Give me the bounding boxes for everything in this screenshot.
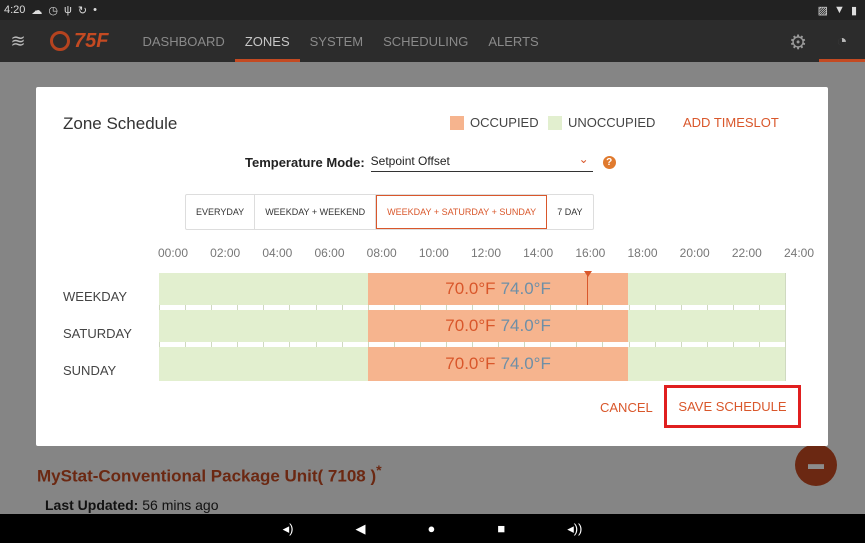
status-bar: 4:20 ☁ ◷ ψ ↻ • ▨ ▼ ▮: [0, 0, 865, 20]
day-label-weekday: WEEKDAY: [63, 289, 128, 304]
hour-label: 00:00: [157, 246, 189, 260]
tab-alerts[interactable]: ALERTS: [478, 20, 548, 62]
occupied-block[interactable]: 70.0°F 74.0°F: [367, 273, 629, 305]
current-time-line: [587, 273, 588, 305]
sync-icon: ↻: [77, 4, 88, 17]
heating-setpoint: 70.0°F: [445, 354, 496, 373]
schedule-row-saturday[interactable]: 70.0°F 74.0°F: [159, 310, 785, 342]
grid-line: [785, 273, 786, 381]
current-time-marker: [584, 271, 592, 277]
legend-unoccupied: UNOCCUPIED: [548, 115, 655, 130]
logo-text: 75F: [74, 29, 109, 52]
hour-label: 10:00: [418, 246, 449, 260]
hour-label: 18:00: [627, 246, 658, 260]
occupied-block[interactable]: 70.0°F 74.0°F: [367, 310, 629, 342]
clock-time: 4:20: [4, 4, 26, 16]
battery-icon: ▮: [850, 4, 857, 17]
hour-label: 02:00: [210, 246, 241, 260]
signal-icon: ▨: [817, 4, 829, 17]
dashboard-gauge-icon[interactable]: ◔: [819, 20, 865, 62]
tab-system[interactable]: SYSTEM: [300, 20, 373, 62]
schedule-type-weekday-weekend[interactable]: WEEKDAY + WEEKEND: [255, 195, 377, 229]
unoccupied-swatch: [548, 115, 562, 130]
wifi-icon: ▼: [834, 4, 845, 16]
temperature-mode-select[interactable]: Setpoint Offset ⌄: [370, 152, 593, 172]
dialog-title: Zone Schedule: [63, 114, 178, 133]
schedule-type-weekday-saturday-sunday[interactable]: WEEKDAY + SATURDAY + SUNDAY: [376, 195, 548, 229]
schedule-type-7-day[interactable]: 7 DAY: [547, 195, 592, 229]
hour-label: 14:00: [523, 246, 554, 260]
schedule-row-weekday[interactable]: 70.0°F 74.0°F: [159, 271, 785, 305]
hour-label: 24:00: [783, 246, 815, 260]
back-icon[interactable]: ◀: [355, 521, 365, 537]
chevron-down-icon: ⌄: [578, 152, 589, 166]
top-nav: ≋ 75F DASHBOARD ZONES SYSTEM SCHEDULING …: [0, 20, 865, 62]
schedule-grid: 70.0°F 74.0°F 70.0°F 74.0°F 70.0°F 74.0°…: [159, 271, 786, 381]
hour-label: 20:00: [679, 246, 710, 260]
help-icon[interactable]: ?: [602, 155, 616, 169]
cooling-setpoint: 74.0°F: [500, 354, 551, 373]
recents-icon[interactable]: ■: [497, 521, 505, 536]
tab-dashboard[interactable]: DASHBOARD: [132, 20, 234, 62]
zone-schedule-dialog: Zone Schedule OCCUPIED UNOCCUPIED ADD TI…: [36, 87, 828, 446]
tab-zones[interactable]: ZONES: [234, 20, 300, 62]
cooling-setpoint: 74.0°F: [500, 279, 551, 298]
day-label-sunday: SUNDAY: [63, 363, 117, 378]
save-schedule-button[interactable]: SAVE SCHEDULE: [664, 385, 801, 428]
cloud-icon: ☁: [31, 4, 43, 17]
cancel-button[interactable]: CANCEL: [600, 400, 653, 415]
usb-icon: ψ: [64, 4, 72, 16]
schedule-type-everyday[interactable]: EVERYDAY: [186, 195, 256, 229]
hour-label: 22:00: [731, 246, 762, 260]
legend-unoccupied-label: UNOCCUPIED: [568, 115, 656, 130]
hour-label: 04:00: [262, 246, 293, 260]
layers-menu-icon[interactable]: ≋: [0, 20, 36, 62]
temperature-mode: Temperature Mode: Setpoint Offset ⌄ ?: [245, 152, 616, 172]
day-label-saturday: SATURDAY: [63, 326, 132, 341]
tab-scheduling[interactable]: SCHEDULING: [373, 20, 478, 62]
schedule-row-sunday[interactable]: 70.0°F 74.0°F: [159, 347, 785, 381]
home-icon[interactable]: ●: [427, 521, 435, 536]
android-nav-bar: ◂) ◀ ● ■ ◂)): [0, 514, 865, 543]
cooling-setpoint: 74.0°F: [500, 316, 551, 335]
hour-label: 16:00: [575, 246, 606, 260]
logo-mark-icon: [50, 31, 70, 51]
heating-setpoint: 70.0°F: [445, 316, 496, 335]
dot-icon: •: [93, 4, 97, 16]
temperature-mode-label: Temperature Mode:: [245, 154, 365, 170]
volume-down-icon[interactable]: ◂): [283, 521, 294, 537]
hour-label: 06:00: [314, 246, 345, 260]
occupied-block[interactable]: 70.0°F 74.0°F: [367, 347, 629, 381]
hour-label: 12:00: [470, 246, 502, 260]
logo: 75F: [50, 30, 108, 53]
hour-label: 08:00: [366, 246, 397, 260]
heating-setpoint: 70.0°F: [445, 279, 496, 298]
clock-icon: ◷: [48, 4, 59, 17]
volume-up-icon[interactable]: ◂)): [567, 521, 582, 537]
schedule-type-selector: EVERYDAY WEEKDAY + WEEKEND WEEKDAY + SAT…: [185, 194, 594, 230]
hour-axis: 00:00 02:00 04:00 06:00 08:00 10:00 12:00 14:00…: [157, 246, 814, 260]
occupied-swatch: [450, 115, 464, 130]
gear-icon[interactable]: ⚙: [789, 30, 807, 55]
legend-occupied: OCCUPIED: [450, 115, 539, 130]
temperature-mode-value: Setpoint Offset: [370, 154, 450, 168]
add-timeslot-button[interactable]: ADD TIMESLOT: [683, 115, 779, 130]
save-schedule-label: SAVE SCHEDULE: [678, 399, 787, 414]
legend-occupied-label: OCCUPIED: [470, 115, 539, 130]
